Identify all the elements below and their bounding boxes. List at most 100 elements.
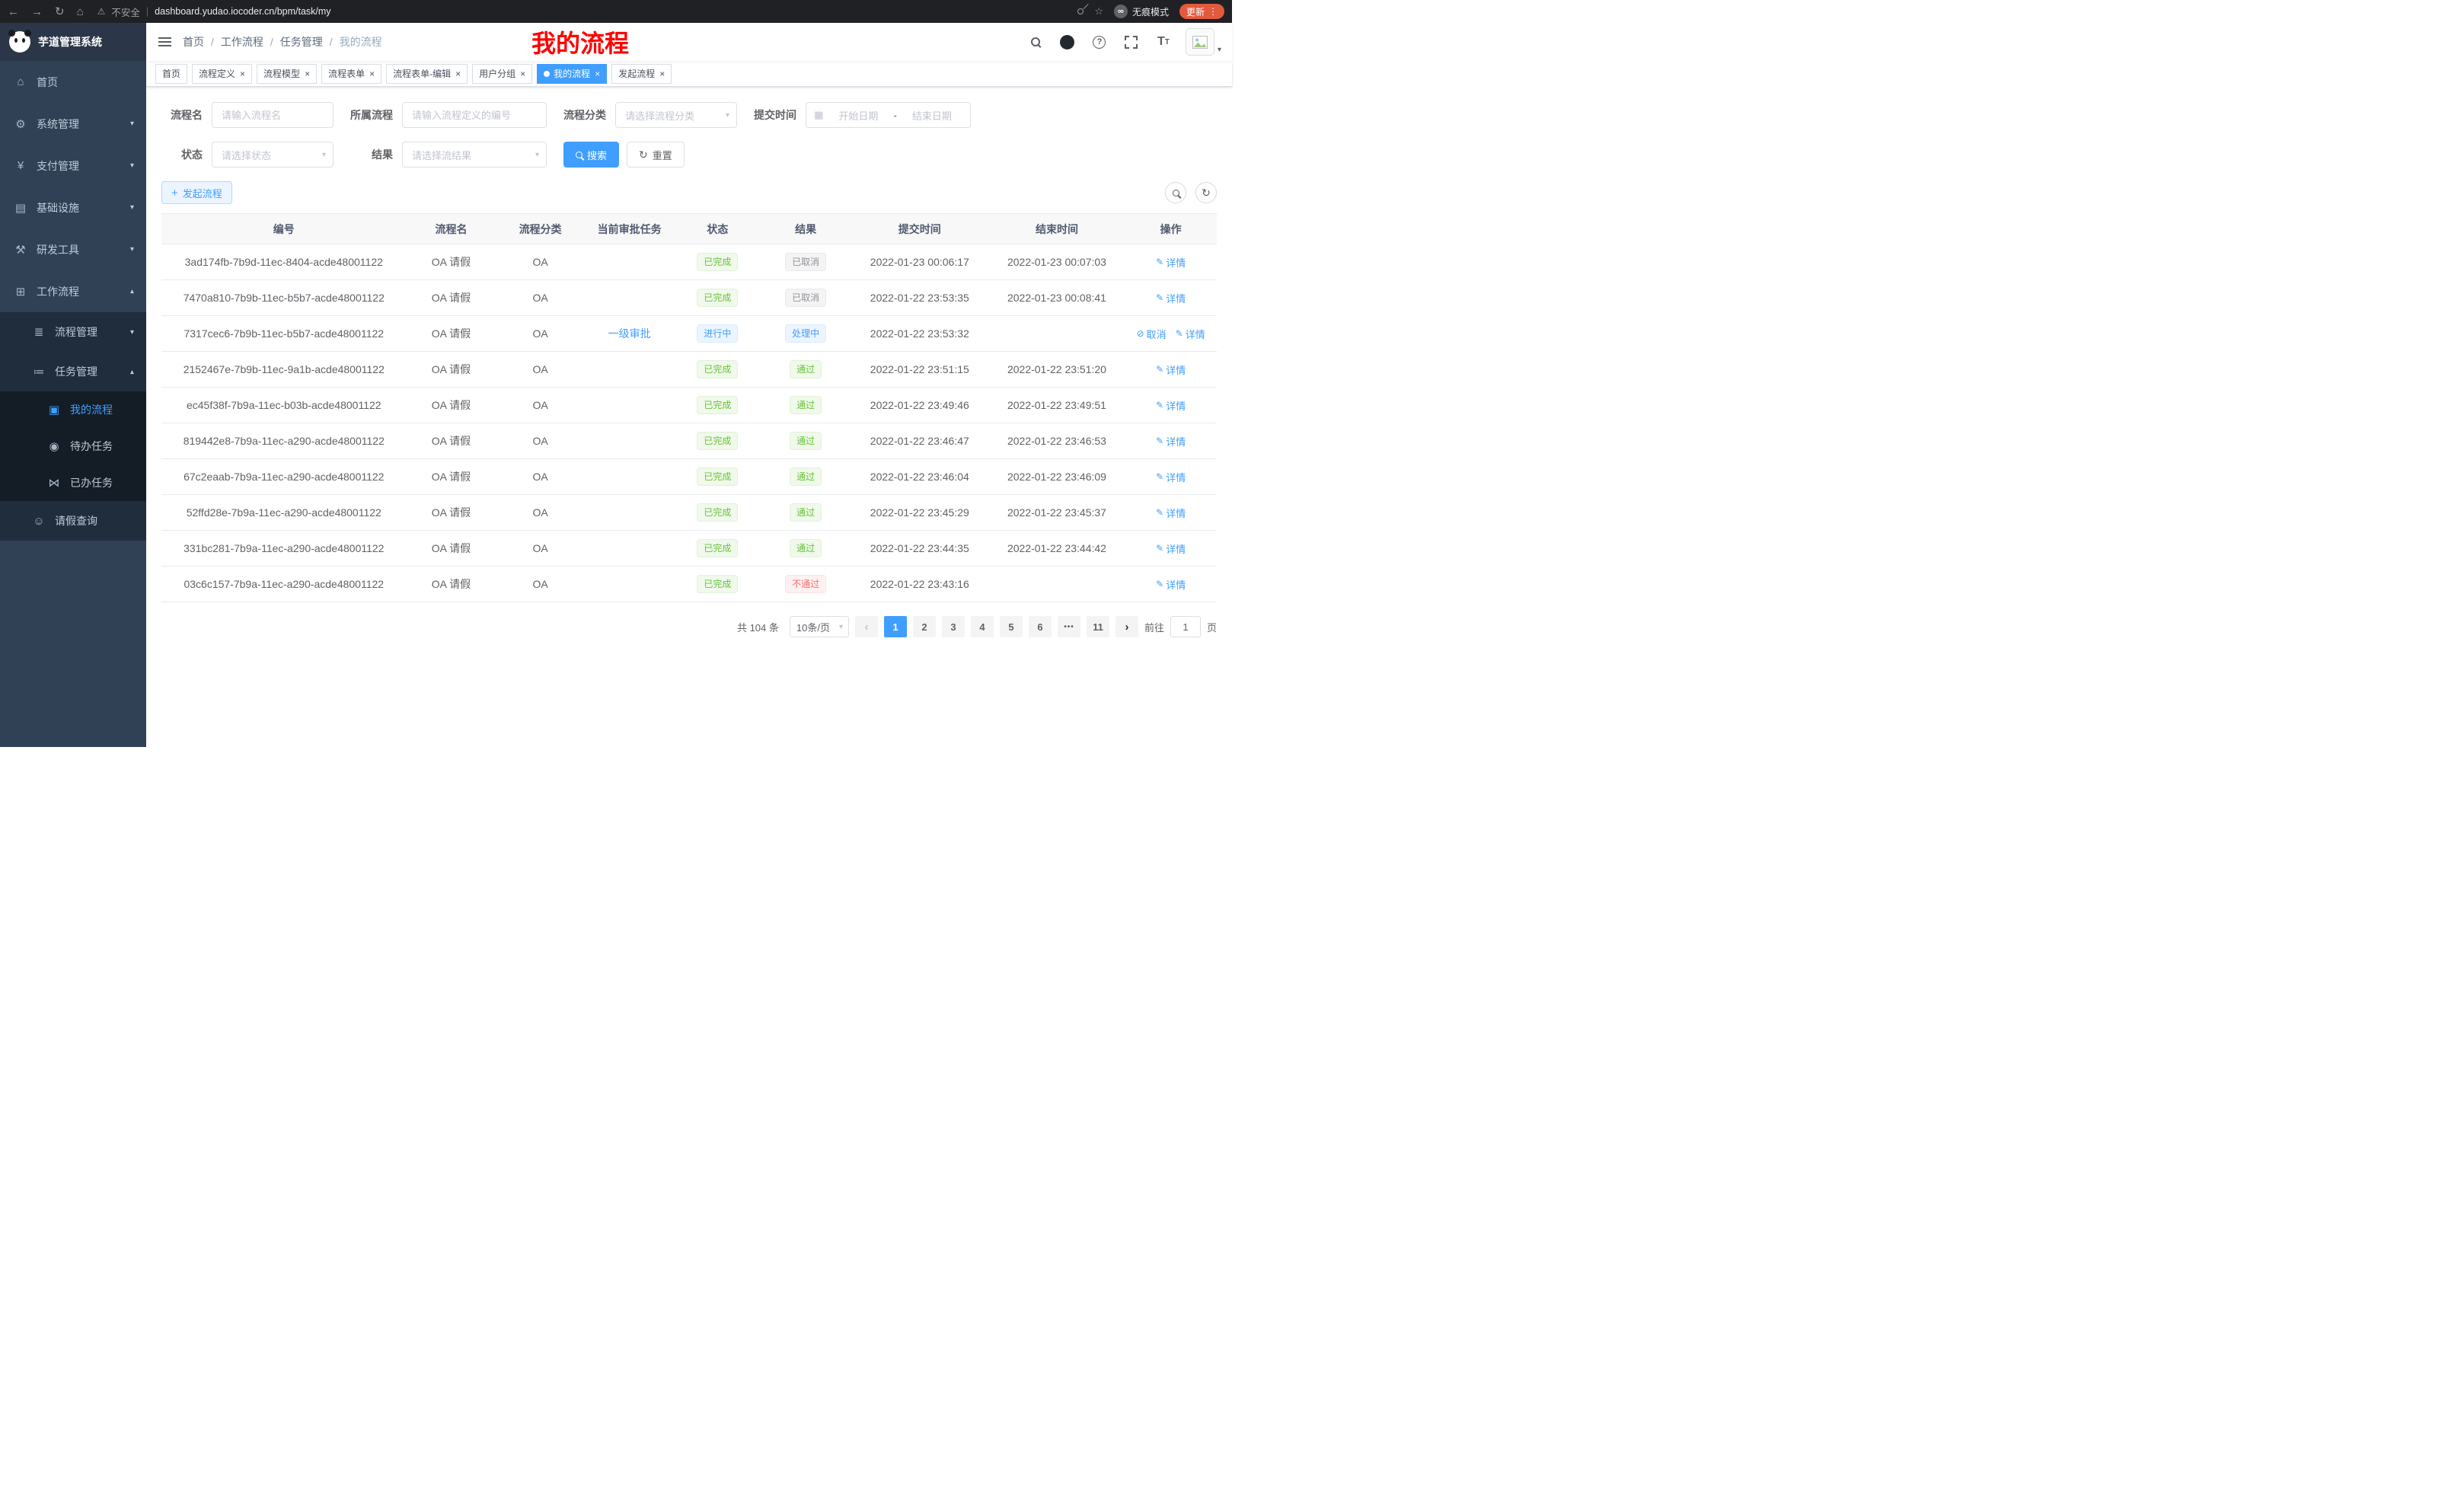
tab-process-form[interactable]: 流程表单×: [321, 64, 381, 84]
hamburger-icon[interactable]: [146, 23, 183, 61]
process-name-input[interactable]: [212, 102, 334, 128]
sidebar-item-system[interactable]: ⚙系统管理▾: [0, 103, 146, 145]
pager-more[interactable]: •••: [1058, 616, 1080, 637]
toggle-search-button[interactable]: [1165, 182, 1186, 203]
detail-link[interactable]: ✎详情: [1176, 327, 1205, 341]
forward-icon[interactable]: →: [31, 5, 43, 18]
pager-page-5[interactable]: 5: [1000, 616, 1023, 637]
close-icon[interactable]: ×: [305, 69, 310, 78]
close-icon[interactable]: ×: [240, 69, 245, 78]
menu-dots-icon[interactable]: ⋮: [1208, 6, 1218, 17]
close-icon[interactable]: ×: [595, 69, 600, 78]
tab-home[interactable]: 首页: [155, 64, 187, 84]
close-icon[interactable]: ×: [520, 69, 525, 78]
reset-button[interactable]: ↻ 重置: [627, 142, 685, 168]
detail-link[interactable]: ✎详情: [1156, 291, 1186, 305]
cell-category: OA: [496, 388, 584, 423]
filter-label-process: 所属流程: [350, 107, 393, 123]
detail-link[interactable]: ✎详情: [1156, 541, 1186, 556]
detail-link[interactable]: ✎详情: [1156, 255, 1186, 270]
security-label[interactable]: 不安全: [111, 5, 140, 19]
cancel-link[interactable]: ⊘取消: [1137, 327, 1167, 341]
app-logo[interactable]: 芋道管理系统: [0, 23, 146, 61]
breadcrumb-item[interactable]: 工作流程: [221, 34, 263, 49]
user-avatar[interactable]: ▾: [1186, 28, 1221, 56]
url-text[interactable]: dashboard.yudao.iocoder.cn/bpm/task/my: [155, 6, 330, 17]
detail-link[interactable]: ✎详情: [1156, 434, 1186, 449]
breadcrumb-item[interactable]: 首页: [183, 34, 204, 49]
update-button[interactable]: 更新 ⋮: [1179, 4, 1224, 19]
result-tag: 不通过: [785, 575, 826, 593]
process-table: 编号流程名流程分类当前审批任务状态结果提交时间结束时间操作 3ad174fb-7…: [161, 213, 1217, 602]
bookmark-star-icon[interactable]: ☆: [1094, 5, 1103, 18]
close-icon[interactable]: ×: [659, 69, 665, 78]
close-icon[interactable]: ×: [455, 69, 461, 78]
key-icon[interactable]: [1077, 7, 1085, 15]
browser-home-icon[interactable]: ⌂: [77, 5, 84, 18]
sidebar-item-infrastructure[interactable]: ▤基础设施▾: [0, 187, 146, 228]
detail-link[interactable]: ✎详情: [1156, 577, 1186, 592]
goto-page-input[interactable]: [1170, 616, 1201, 637]
create-process-button[interactable]: + 发起流程: [161, 181, 232, 204]
gear-icon: ⚙: [12, 117, 29, 131]
detail-link[interactable]: ✎详情: [1156, 470, 1186, 484]
reload-icon[interactable]: ↻: [55, 5, 65, 18]
detail-link[interactable]: ✎详情: [1156, 362, 1186, 377]
close-icon[interactable]: ×: [369, 69, 375, 78]
page-size-select[interactable]: 10条/页 ▾: [790, 616, 849, 637]
pager-page-6[interactable]: 6: [1029, 616, 1052, 637]
calendar-icon: ▦: [814, 109, 823, 121]
github-icon[interactable]: [1058, 32, 1077, 52]
cell-category: OA: [496, 316, 584, 352]
search-button[interactable]: 搜索: [563, 142, 619, 168]
sidebar-item-process-mgmt[interactable]: ≣流程管理▾: [0, 312, 146, 352]
cell-status: 已完成: [675, 531, 761, 567]
action-label: 取消: [1147, 327, 1167, 341]
process-id-input[interactable]: [402, 102, 547, 128]
cell-category: OA: [496, 531, 584, 567]
sidebar-item-done-tasks[interactable]: ⋈已办任务: [0, 464, 146, 501]
font-size-icon[interactable]: TT: [1154, 32, 1173, 52]
pager-page-4[interactable]: 4: [971, 616, 994, 637]
breadcrumb-item: 我的流程: [340, 34, 382, 49]
sidebar-item-home[interactable]: ⌂首页: [0, 61, 146, 103]
detail-link[interactable]: ✎详情: [1156, 398, 1186, 413]
result-select[interactable]: 请选择流结果 ▾: [402, 142, 547, 168]
back-icon[interactable]: ←: [8, 5, 19, 18]
pager-page-3[interactable]: 3: [942, 616, 965, 637]
tab-process-definition[interactable]: 流程定义×: [192, 64, 252, 84]
pager-page-11[interactable]: 11: [1087, 616, 1109, 637]
address-bar[interactable]: ⚠ 不安全 | dashboard.yudao.iocoder.cn/bpm/t…: [97, 5, 1071, 19]
tab-my-process[interactable]: 我的流程×: [537, 64, 607, 84]
status-select[interactable]: 请选择状态 ▾: [212, 142, 334, 168]
cell-result: 已取消: [761, 280, 851, 316]
sidebar-item-leave-query[interactable]: ☺请假查询: [0, 501, 146, 541]
category-select[interactable]: 请选择流程分类 ▾: [615, 102, 737, 128]
task-link[interactable]: 一级审批: [608, 327, 651, 340]
sidebar-item-workflow[interactable]: ⊞工作流程▾: [0, 270, 146, 312]
cell-task: [585, 495, 675, 531]
tab-start-process[interactable]: 发起流程×: [611, 64, 672, 84]
fullscreen-icon[interactable]: [1122, 32, 1141, 52]
help-icon[interactable]: ?: [1090, 32, 1109, 52]
prev-page-button[interactable]: ‹: [855, 616, 878, 637]
sidebar-item-todo-tasks[interactable]: ◉待办任务: [0, 428, 146, 464]
breadcrumb-item[interactable]: 任务管理: [280, 34, 323, 49]
search-icon[interactable]: [1026, 32, 1045, 52]
cell-id: 3ad174fb-7b9d-11ec-8404-acde48001122: [161, 244, 407, 280]
cell-id: ec45f38f-7b9a-11ec-b03b-acde48001122: [161, 388, 407, 423]
submit-time-range[interactable]: ▦ 开始日期 - 结束日期: [806, 102, 971, 128]
sidebar-item-devtools[interactable]: ⚒研发工具▾: [0, 228, 146, 270]
tab-process-model[interactable]: 流程模型×: [257, 64, 317, 84]
pager-page-2[interactable]: 2: [913, 616, 936, 637]
pager-page-1[interactable]: 1: [884, 616, 907, 637]
next-page-button[interactable]: ›: [1116, 616, 1138, 637]
tab-process-form-edit[interactable]: 流程表单-编辑×: [386, 64, 468, 84]
sidebar-item-my-process[interactable]: ▣我的流程: [0, 391, 146, 428]
sidebar-item-task-mgmt[interactable]: ≔任务管理▾: [0, 352, 146, 391]
cell-category: OA: [496, 352, 584, 388]
refresh-list-button[interactable]: ↻: [1195, 182, 1217, 203]
tab-user-group[interactable]: 用户分组×: [472, 64, 532, 84]
detail-link[interactable]: ✎详情: [1156, 506, 1186, 520]
sidebar-item-payment[interactable]: ¥支付管理▾: [0, 145, 146, 187]
